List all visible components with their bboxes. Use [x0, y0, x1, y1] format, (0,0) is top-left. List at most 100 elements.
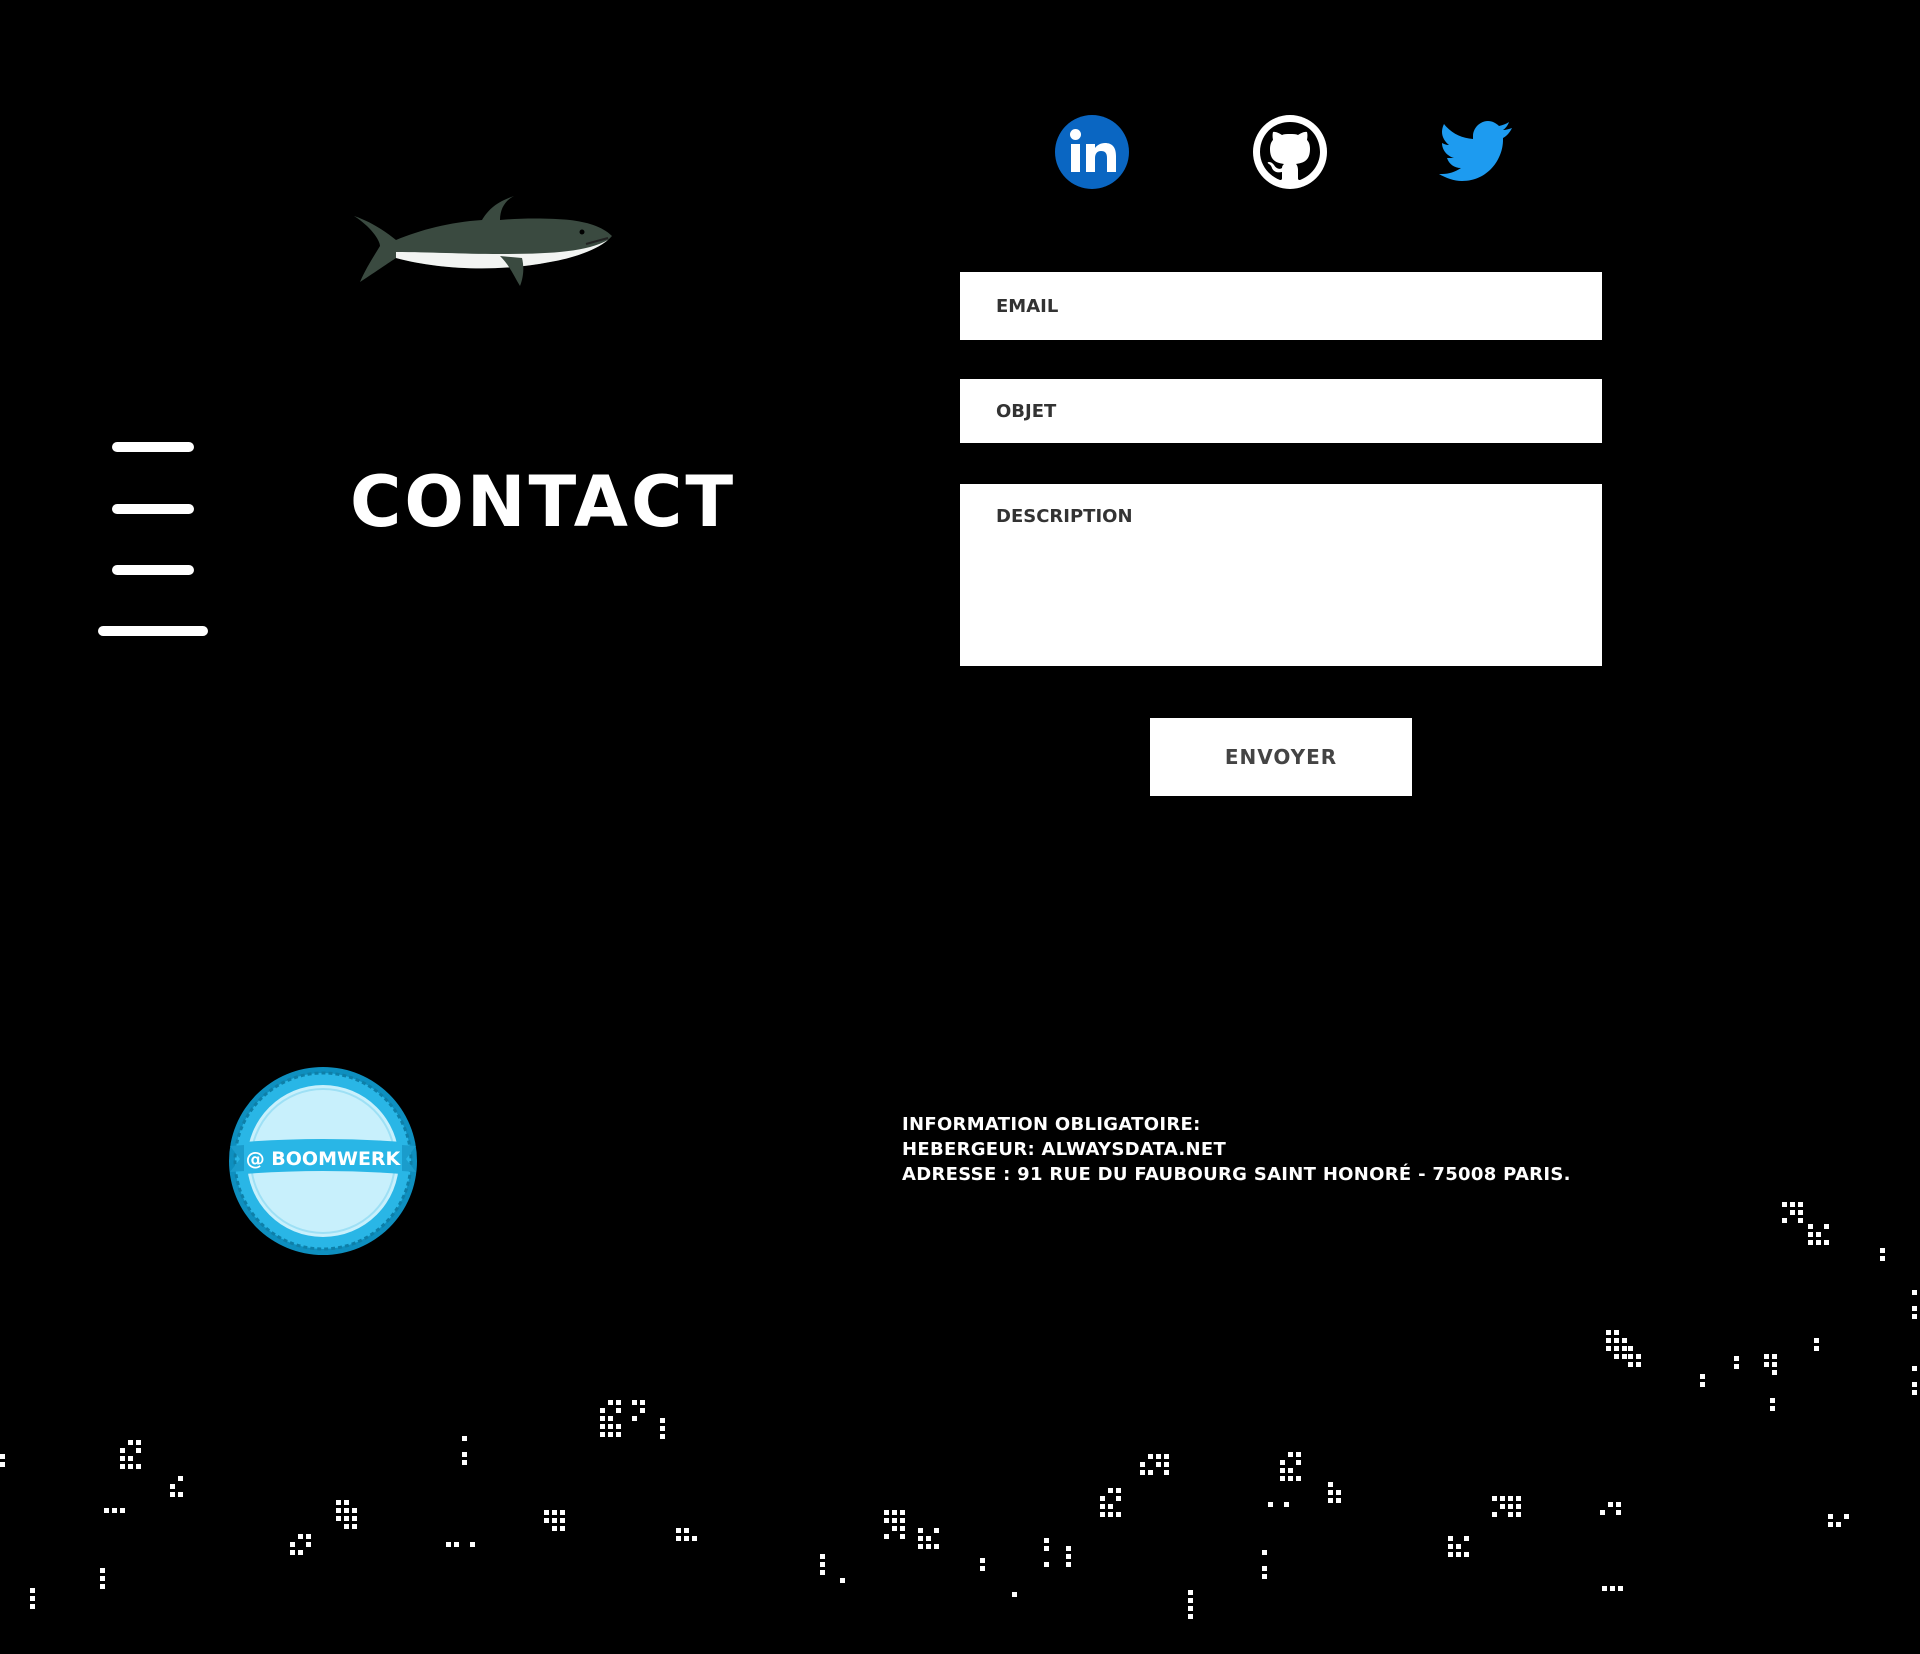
window-light [684, 1536, 689, 1541]
window-light [136, 1464, 141, 1469]
window-light [1328, 1482, 1333, 1487]
email-field[interactable] [960, 272, 1602, 340]
window-light [352, 1524, 357, 1529]
window-light [660, 1434, 665, 1439]
window-light [1790, 1202, 1795, 1207]
window-light [934, 1544, 939, 1549]
window-light [1516, 1496, 1521, 1501]
window-light [112, 1508, 117, 1513]
window-light [290, 1542, 295, 1547]
window-light [608, 1432, 613, 1437]
window-light [1912, 1306, 1917, 1311]
window-light [1912, 1366, 1917, 1371]
window-light [1808, 1232, 1813, 1237]
window-light [892, 1518, 897, 1523]
window-light [884, 1510, 889, 1515]
window-light [1816, 1232, 1821, 1237]
window-light [1448, 1552, 1453, 1557]
window-light [30, 1596, 35, 1601]
window-light [892, 1510, 897, 1515]
window-light [1836, 1522, 1841, 1527]
window-light [632, 1400, 637, 1405]
window-light [100, 1584, 105, 1589]
window-light [1618, 1586, 1623, 1591]
window-light [120, 1448, 125, 1453]
window-light [1262, 1574, 1267, 1579]
window-light [616, 1408, 621, 1413]
window-light [1616, 1502, 1621, 1507]
window-light [1828, 1522, 1833, 1527]
window-light [1156, 1462, 1161, 1467]
window-light [918, 1544, 923, 1549]
window-light [344, 1508, 349, 1513]
window-light [1798, 1210, 1803, 1215]
window-light [1824, 1240, 1829, 1245]
window-light [552, 1526, 557, 1531]
linkedin-icon[interactable] [1054, 114, 1130, 190]
window-light [1188, 1606, 1193, 1611]
window-light [290, 1550, 295, 1555]
window-light [352, 1516, 357, 1521]
window-light [1622, 1338, 1627, 1343]
description-field[interactable] [960, 484, 1602, 666]
window-light [1262, 1550, 1267, 1555]
window-light [600, 1416, 605, 1421]
window-light [1108, 1488, 1113, 1493]
window-light [900, 1510, 905, 1515]
window-light [1610, 1586, 1615, 1591]
window-light [30, 1588, 35, 1593]
window-light [926, 1536, 931, 1541]
window-light [1464, 1552, 1469, 1557]
github-icon[interactable] [1252, 114, 1328, 190]
objet-field[interactable] [960, 379, 1602, 443]
city-lights-decoration [0, 1202, 1917, 1619]
twitter-icon[interactable] [1436, 114, 1516, 190]
shark-logo[interactable] [350, 196, 616, 288]
window-light [1782, 1202, 1787, 1207]
window-light [136, 1440, 141, 1445]
window-light [1280, 1468, 1285, 1473]
window-light [684, 1528, 689, 1533]
window-light [892, 1526, 897, 1531]
window-light [1814, 1346, 1819, 1351]
window-light [306, 1542, 311, 1547]
window-light [1328, 1490, 1333, 1495]
window-light [1636, 1354, 1641, 1359]
window-light [552, 1510, 557, 1515]
menu-line [112, 565, 194, 575]
window-light [1600, 1510, 1605, 1515]
window-light [900, 1526, 905, 1531]
window-light [1622, 1346, 1627, 1351]
window-light [980, 1566, 985, 1571]
hamburger-menu-button[interactable] [96, 440, 216, 640]
window-light [1100, 1504, 1105, 1509]
window-light [1044, 1538, 1049, 1543]
window-light [1296, 1452, 1301, 1457]
window-light [608, 1416, 613, 1421]
window-light [1798, 1218, 1803, 1223]
window-light [934, 1528, 939, 1533]
window-light [1044, 1546, 1049, 1551]
window-light [0, 1454, 5, 1459]
window-light [1808, 1240, 1813, 1245]
window-light [1156, 1454, 1161, 1459]
window-light [1880, 1248, 1885, 1253]
window-light [552, 1518, 557, 1523]
window-light [1508, 1504, 1513, 1509]
window-light [178, 1492, 183, 1497]
window-light [1912, 1382, 1917, 1387]
window-light [1464, 1536, 1469, 1541]
window-light [0, 1462, 5, 1467]
send-button[interactable]: Envoyer [1150, 718, 1412, 796]
window-light [1148, 1470, 1153, 1475]
window-light [1734, 1356, 1739, 1361]
window-light [1492, 1496, 1497, 1501]
window-light [1602, 1586, 1607, 1591]
window-light [1012, 1592, 1017, 1597]
window-light [632, 1416, 637, 1421]
window-light [820, 1562, 825, 1567]
legal-line: Adresse : 91 rue du Faubourg Saint Honor… [902, 1164, 1571, 1185]
window-light [1614, 1330, 1619, 1335]
window-light [918, 1536, 923, 1541]
window-light [128, 1456, 133, 1461]
